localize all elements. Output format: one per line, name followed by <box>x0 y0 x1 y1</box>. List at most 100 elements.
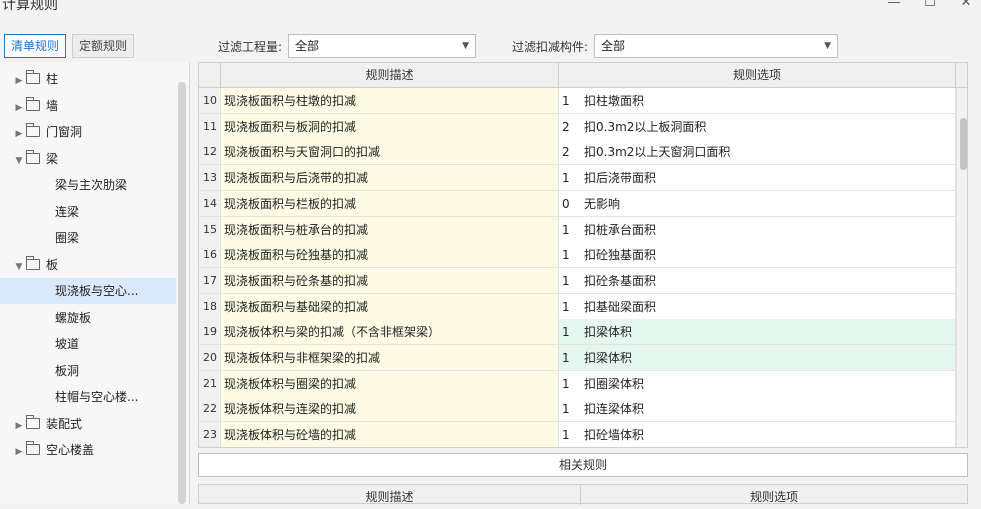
component-filter-select[interactable]: 全部 ▼ <box>594 34 839 58</box>
rule-desc-cell[interactable]: 现浇板面积与桩承台的扣减 <box>221 216 559 243</box>
table-row[interactable]: 16 现浇板面积与砼独基的扣减 1 扣砼独基面积 <box>199 242 967 269</box>
tree-item[interactable]: 柱帽与空心楼... <box>0 384 176 410</box>
option-text: 扣连梁体积 <box>584 402 645 417</box>
table-row[interactable]: 11 现浇板面积与板洞的扣减 2 扣0.3m2以上板洞面积 <box>199 113 967 140</box>
option-code: 0 <box>562 196 570 211</box>
tree-item[interactable]: ▶ 装配式 <box>0 411 176 437</box>
rule-desc-cell[interactable]: 现浇板体积与连梁的扣减 <box>221 396 559 423</box>
rule-desc-cell[interactable]: 现浇板面积与砼独基的扣减 <box>221 242 559 269</box>
tree-item[interactable]: ▶ 柱 <box>0 66 176 92</box>
tree-item[interactable]: 板洞 <box>0 358 176 384</box>
caret-right-icon[interactable]: ▶ <box>12 413 26 439</box>
tree-item-label: 现浇板与空心... <box>55 284 139 298</box>
project-filter-value: 全部 <box>295 39 320 53</box>
maximize-icon[interactable]: ☐ <box>923 0 937 11</box>
row-number: 12 <box>199 139 221 166</box>
rule-option-cell[interactable]: 2 扣0.3m2以上天窗洞口面积 <box>559 139 956 166</box>
caret-down-icon[interactable]: ▼ <box>12 148 26 174</box>
scrollbar-thumb[interactable] <box>960 118 967 170</box>
table-row[interactable]: 12 现浇板面积与天窗洞口的扣减 2 扣0.3m2以上天窗洞口面积 <box>199 139 967 166</box>
related-header-rule-desc[interactable]: 规则描述 <box>199 485 581 505</box>
tab-quota-rules[interactable]: 定额规则 <box>72 34 135 58</box>
rule-desc-cell[interactable]: 现浇板面积与板洞的扣减 <box>221 113 559 140</box>
rule-desc-cell[interactable]: 现浇板面积与栏板的扣减 <box>221 190 559 217</box>
rule-option-cell[interactable]: 0 无影响 <box>559 190 956 217</box>
table-row[interactable]: 20 现浇板体积与非框架梁的扣减 1 扣梁体积 <box>199 345 967 371</box>
rule-option-cell[interactable]: 1 扣梁体积 <box>559 345 956 371</box>
table-row[interactable]: 22 现浇板体积与连梁的扣减 1 扣连梁体积 <box>199 396 967 423</box>
close-icon[interactable]: ✕ <box>959 0 973 11</box>
header-rule-desc[interactable]: 规则描述 <box>221 63 559 88</box>
caret-down-icon[interactable]: ▼ <box>12 254 26 280</box>
table-row[interactable]: 21 现浇板体积与圈梁的扣减 1 扣圈梁体积 <box>199 370 967 397</box>
tree-item[interactable]: 圈梁 <box>0 225 176 251</box>
tree-item[interactable]: 梁与主次肋梁 <box>0 172 176 198</box>
tree-item[interactable]: ▶ 门窗洞 <box>0 119 176 145</box>
component-filter-value: 全部 <box>601 39 626 53</box>
caret-right-icon[interactable]: ▶ <box>12 439 26 465</box>
tree-item[interactable]: ▶ 墙 <box>0 93 176 119</box>
rule-desc-cell[interactable]: 现浇板体积与非框架梁的扣减 <box>221 345 559 371</box>
rule-option-cell[interactable]: 1 扣梁体积 <box>559 319 956 346</box>
tree-item[interactable]: ▼ 梁 <box>0 146 176 172</box>
rule-desc-cell[interactable]: 现浇板面积与天窗洞口的扣减 <box>221 139 559 166</box>
header-rule-option[interactable]: 规则选项 <box>559 63 956 88</box>
rule-desc-cell[interactable]: 现浇板体积与梁的扣减（不含非框架梁） <box>221 319 559 346</box>
rule-option-cell[interactable]: 2 扣0.3m2以上板洞面积 <box>559 113 956 140</box>
rule-option-cell[interactable]: 1 扣砼独基面积 <box>559 242 956 269</box>
option-code: 1 <box>562 299 570 314</box>
tree-item[interactable]: ▶ 空心楼盖 <box>0 437 176 463</box>
related-header-rule-option[interactable]: 规则选项 <box>581 485 967 505</box>
tree-item[interactable]: 螺旋板 <box>0 305 176 331</box>
tab-bill-rules[interactable]: 清单规则 <box>4 34 67 58</box>
minimize-icon[interactable]: — <box>887 0 901 11</box>
rule-desc-cell[interactable]: 现浇板面积与基础梁的扣减 <box>221 293 559 320</box>
rule-option-cell[interactable]: 1 扣基础梁面积 <box>559 293 956 320</box>
table-row[interactable]: 23 现浇板体积与砼墙的扣减 1 扣砼墙体积 <box>199 422 967 447</box>
table-row[interactable]: 17 现浇板面积与砼条基的扣减 1 扣砼条基面积 <box>199 267 967 294</box>
table-row[interactable]: 19 现浇板体积与梁的扣减（不含非框架梁） 1 扣梁体积 <box>199 319 967 346</box>
table-row[interactable]: 14 现浇板面积与栏板的扣减 0 无影响 <box>199 190 967 217</box>
tree-item[interactable]: ▼ 板 <box>0 252 176 278</box>
option-text: 扣圈梁体积 <box>584 376 645 391</box>
rule-desc-cell[interactable]: 现浇板面积与砼条基的扣减 <box>221 267 559 294</box>
option-code: 1 <box>562 376 570 391</box>
option-code: 1 <box>562 222 570 237</box>
table-header: 规则描述 规则选项 <box>199 63 967 88</box>
table-row[interactable]: 15 现浇板面积与桩承台的扣减 1 扣桩承台面积 <box>199 216 967 243</box>
rule-desc-cell[interactable]: 现浇板体积与砼墙的扣减 <box>221 422 559 447</box>
row-number: 17 <box>199 267 221 294</box>
caret-right-icon[interactable]: ▶ <box>12 121 26 147</box>
table-row[interactable]: 13 现浇板面积与后浇带的扣减 1 扣后浇带面积 <box>199 165 967 192</box>
rule-option-cell[interactable]: 1 扣后浇带面积 <box>559 165 956 192</box>
title-bar: 计算规则 — ☐ ✕ <box>0 0 981 26</box>
rule-desc-cell[interactable]: 现浇板体积与圈梁的扣减 <box>221 370 559 397</box>
row-number: 10 <box>199 88 221 114</box>
caret-right-icon[interactable]: ▶ <box>12 68 26 94</box>
rule-option-cell[interactable]: 1 扣砼墙体积 <box>559 422 956 447</box>
related-rules-table: 规则描述 规则选项 <box>198 484 968 505</box>
table-row[interactable]: 10 现浇板面积与柱墩的扣减 1 扣柱墩面积 <box>199 88 967 114</box>
tree-item[interactable]: 坡道 <box>0 331 176 357</box>
table-row[interactable]: 18 现浇板面积与基础梁的扣减 1 扣基础梁面积 <box>199 293 967 320</box>
tree-item-label: 门窗洞 <box>46 125 83 139</box>
tree-item[interactable]: 连梁 <box>0 199 176 225</box>
project-filter-select[interactable]: 全部 ▼ <box>288 34 477 58</box>
table-scrollbar[interactable] <box>956 88 967 447</box>
rule-option-cell[interactable]: 1 扣连梁体积 <box>559 396 956 423</box>
tree-scrollbar[interactable] <box>178 82 186 504</box>
tree-item-label: 板 <box>46 257 59 272</box>
row-number: 19 <box>199 319 221 346</box>
row-number: 15 <box>199 216 221 243</box>
tree-item[interactable]: 现浇板与空心... <box>0 278 176 304</box>
rule-desc-cell[interactable]: 现浇板面积与后浇带的扣减 <box>221 165 559 192</box>
rule-option-cell[interactable]: 1 扣圈梁体积 <box>559 370 956 397</box>
rule-option-cell[interactable]: 1 扣砼条基面积 <box>559 267 956 294</box>
rule-option-cell[interactable]: 1 扣桩承台面积 <box>559 216 956 243</box>
rule-type-tabs: 清单规则 定额规则 <box>4 34 135 58</box>
rule-option-cell[interactable]: 1 扣柱墩面积 <box>559 88 956 114</box>
caret-right-icon[interactable]: ▶ <box>12 95 26 121</box>
option-text: 扣砼条基面积 <box>584 273 657 288</box>
tree-item-label: 装配式 <box>46 416 83 431</box>
rule-desc-cell[interactable]: 现浇板面积与柱墩的扣减 <box>221 88 559 114</box>
